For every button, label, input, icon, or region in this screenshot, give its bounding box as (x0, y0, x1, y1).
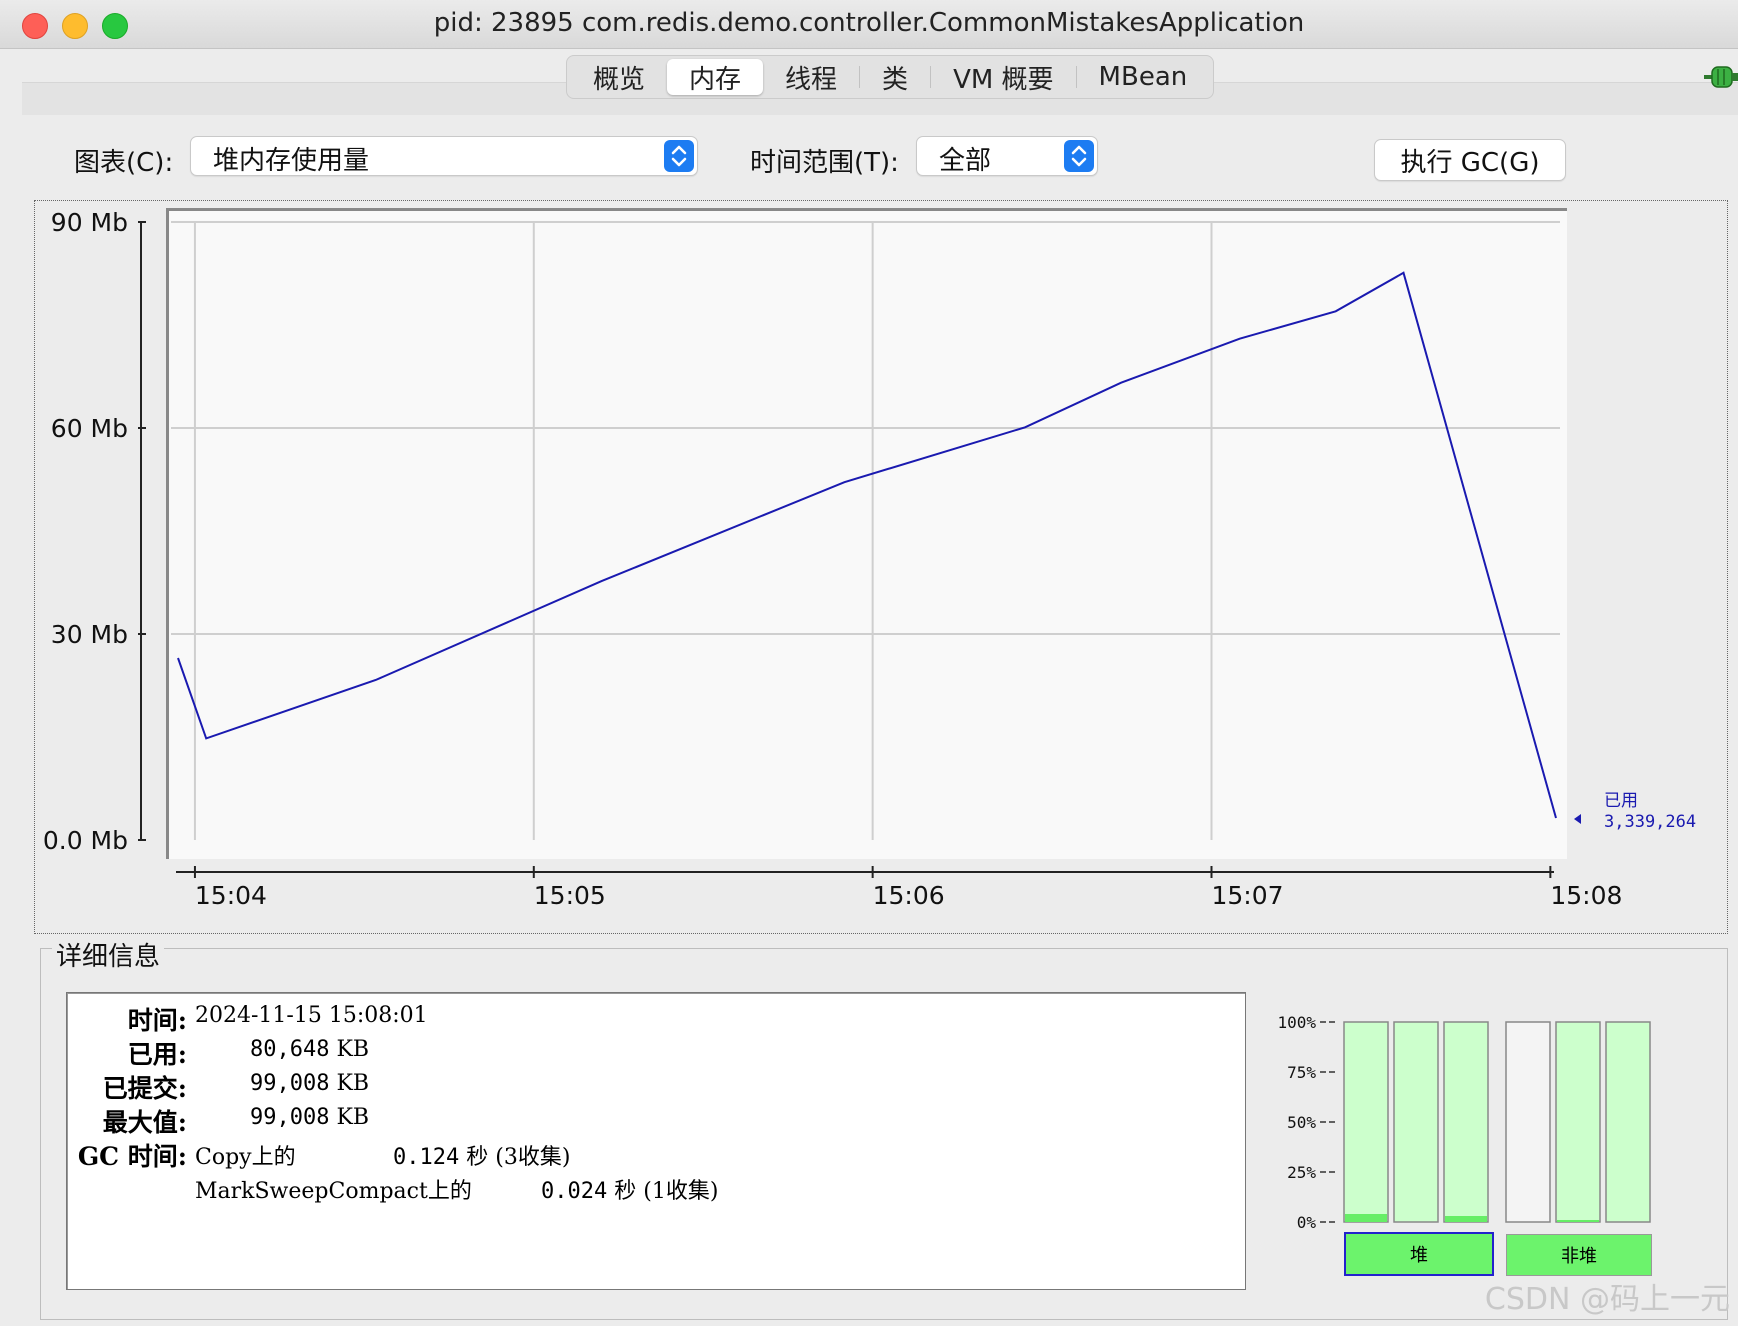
details-info-box: 时间: 2024-11-15 15:08:01 已用: 80,648 KB 已提… (66, 992, 1246, 1290)
gc-time-1-row: 0.124 秒 (3收集) (393, 1139, 570, 1171)
gc-unit-2: 秒 (614, 1179, 637, 1204)
gc-unit-1: 秒 (466, 1145, 489, 1170)
max-value: 99,008 (250, 1105, 330, 1130)
perform-gc-button[interactable]: 执行 GC(G) (1374, 139, 1566, 181)
heap-pool-button[interactable]: 堆 (1344, 1232, 1494, 1276)
gc-collector-1: Copy上的 (195, 1145, 296, 1170)
committed-value: 99,008 (250, 1071, 330, 1096)
max-row: 最大值: (67, 1103, 187, 1137)
details-title: 详细信息 (52, 936, 165, 973)
gc-time-1: 0.124 (393, 1145, 460, 1170)
chart-select-value: 堆内存使用量 (213, 146, 370, 176)
committed-value-row: 99,008 KB (250, 1071, 369, 1096)
chevron-up-down-icon (664, 140, 694, 172)
pool-bar-fill (1345, 1214, 1387, 1222)
gc-count-1: (3收集) (495, 1145, 571, 1170)
tab-threads[interactable]: 线程 (763, 59, 859, 95)
connection-plug-icon (1704, 66, 1738, 88)
chart-label: 图表(C): (74, 148, 174, 178)
tab-overview[interactable]: 概览 (571, 59, 667, 95)
watermark: CSDN @码上一元 (1484, 1282, 1730, 1317)
gc-count-2: (1收集) (643, 1179, 719, 1204)
used-value: 80,648 (250, 1037, 330, 1062)
non-heap-pool-button[interactable]: 非堆 (1506, 1234, 1652, 1276)
max-value-row: 99,008 KB (250, 1105, 369, 1130)
window-title: pid: 23895 com.redis.demo.controller.Com… (433, 8, 1305, 38)
memory-pools-chart: 100% 75% 50% 25% 0% (1277, 1013, 1651, 1232)
time-range-select[interactable]: 全部 (916, 136, 1098, 176)
committed-unit: KB (336, 1071, 370, 1096)
committed-row: 已提交: (67, 1069, 187, 1103)
tab-classes[interactable]: 类 (860, 59, 930, 95)
pool-scale-label: 0% (1297, 1213, 1317, 1232)
time-range-select-value: 全部 (939, 146, 992, 176)
gc-key: GC 时间: (77, 1142, 187, 1171)
time-key: 时间: (127, 1006, 187, 1035)
pool-bar (1393, 1021, 1439, 1223)
plot-area (166, 208, 1567, 859)
tab-mbean[interactable]: MBean (1077, 59, 1210, 95)
gc-collector-2: MarkSweepCompact上的 (195, 1179, 472, 1204)
used-value-row: 80,648 KB (250, 1037, 369, 1062)
pool-bar (1343, 1021, 1389, 1223)
pool-scale-label: 75% (1287, 1063, 1316, 1082)
pool-scale-label: 100% (1277, 1013, 1316, 1032)
used-row: 已用: (67, 1035, 187, 1069)
time-row: 时间: (67, 1001, 187, 1035)
pool-bar-fill (1557, 1220, 1599, 1222)
tab-vm-summary[interactable]: VM 概要 (931, 59, 1075, 95)
tab-bar: 概览 内存 线程 类 VM 概要 MBean (566, 55, 1215, 99)
pool-scale-label: 25% (1287, 1163, 1316, 1182)
gc-row: GC 时间: (67, 1137, 187, 1171)
pool-bar-fill (1445, 1216, 1487, 1222)
pool-bar (1443, 1021, 1489, 1223)
chart-select[interactable]: 堆内存使用量 (190, 136, 698, 176)
pool-bar (1555, 1021, 1601, 1223)
max-unit: KB (336, 1105, 370, 1130)
title-bar: pid: 23895 com.redis.demo.controller.Com… (0, 0, 1738, 49)
tab-memory[interactable]: 内存 (667, 59, 764, 95)
time-value: 2024-11-15 15:08:01 (195, 1003, 428, 1028)
committed-key: 已提交: (102, 1074, 187, 1103)
pool-scale-label: 50% (1287, 1113, 1316, 1132)
used-key: 已用: (127, 1040, 187, 1069)
max-key: 最大值: (102, 1108, 187, 1137)
gc-time-2: 0.024 (541, 1179, 608, 1204)
time-range-label: 时间范围(T): (750, 148, 899, 178)
pool-bar (1505, 1021, 1551, 1223)
pool-bar (1605, 1021, 1651, 1223)
gc-time-2-row: 0.024 秒 (1收集) (541, 1173, 718, 1205)
used-unit: KB (336, 1037, 370, 1062)
chevron-up-down-icon (1064, 140, 1094, 172)
